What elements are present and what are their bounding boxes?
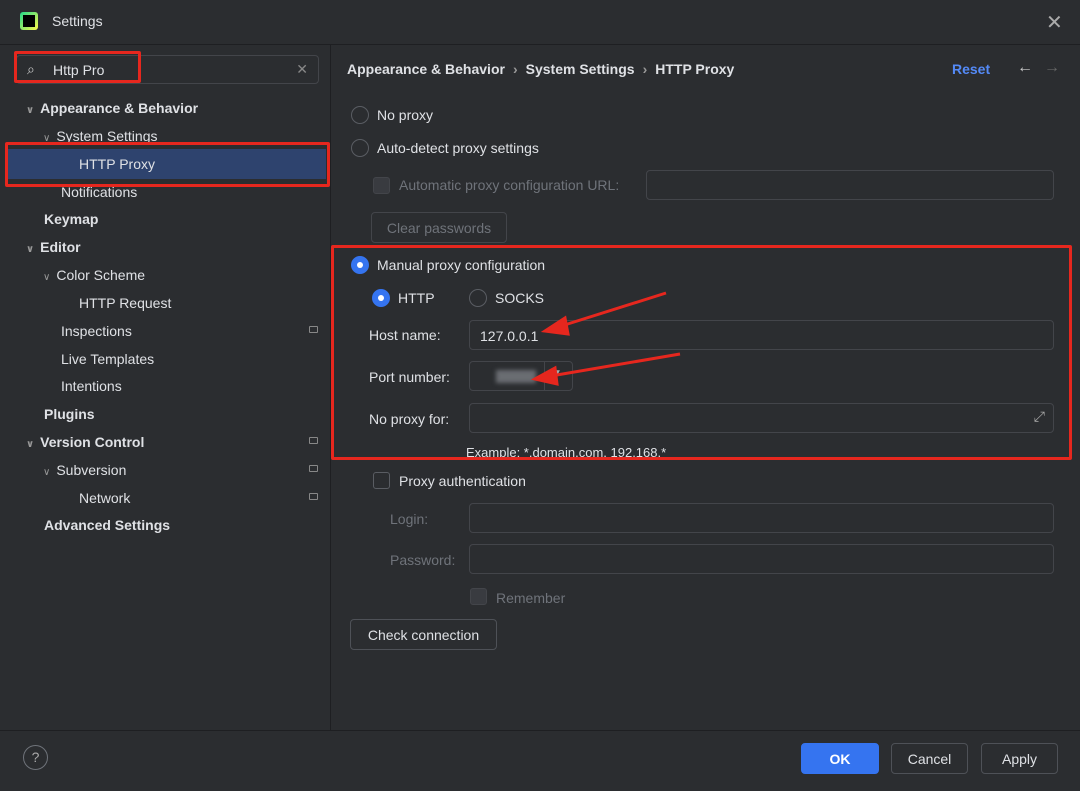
annotation-arrows bbox=[530, 291, 681, 386]
arrow-host bbox=[554, 291, 667, 330]
arrow-head-port bbox=[530, 365, 559, 386]
arrow-port bbox=[544, 352, 681, 379]
arrow-head-host bbox=[540, 315, 570, 336]
